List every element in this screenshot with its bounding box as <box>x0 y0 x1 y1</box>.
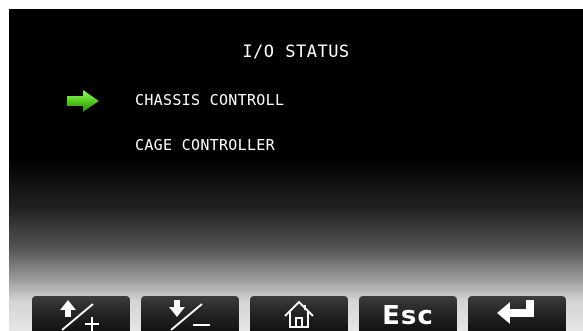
menu-item-cage-controller[interactable]: CAGE CONTROLLER <box>135 136 275 154</box>
softkey-bar: Esc <box>9 296 583 331</box>
home-button[interactable] <box>250 296 348 331</box>
arrow-up-plus-icon <box>60 300 99 331</box>
enter-return-icon <box>497 300 534 324</box>
arrow-down-minus-icon <box>169 300 210 331</box>
selection-arrow-icon <box>67 90 99 112</box>
scroll-up-plus-button[interactable] <box>32 296 130 331</box>
home-icon <box>284 300 314 328</box>
page-title: I/O STATUS <box>242 42 350 62</box>
menu-item-chassis-controll[interactable]: CHASSIS CONTROLL <box>135 91 284 109</box>
esc-button[interactable]: Esc <box>359 296 457 331</box>
enter-button[interactable] <box>468 296 566 331</box>
esc-label: Esc <box>382 300 434 331</box>
display-screen: I/O STATUS CHASSIS CONTROLL CAGE CONTROL… <box>9 9 583 331</box>
scroll-down-minus-button[interactable] <box>141 296 239 331</box>
